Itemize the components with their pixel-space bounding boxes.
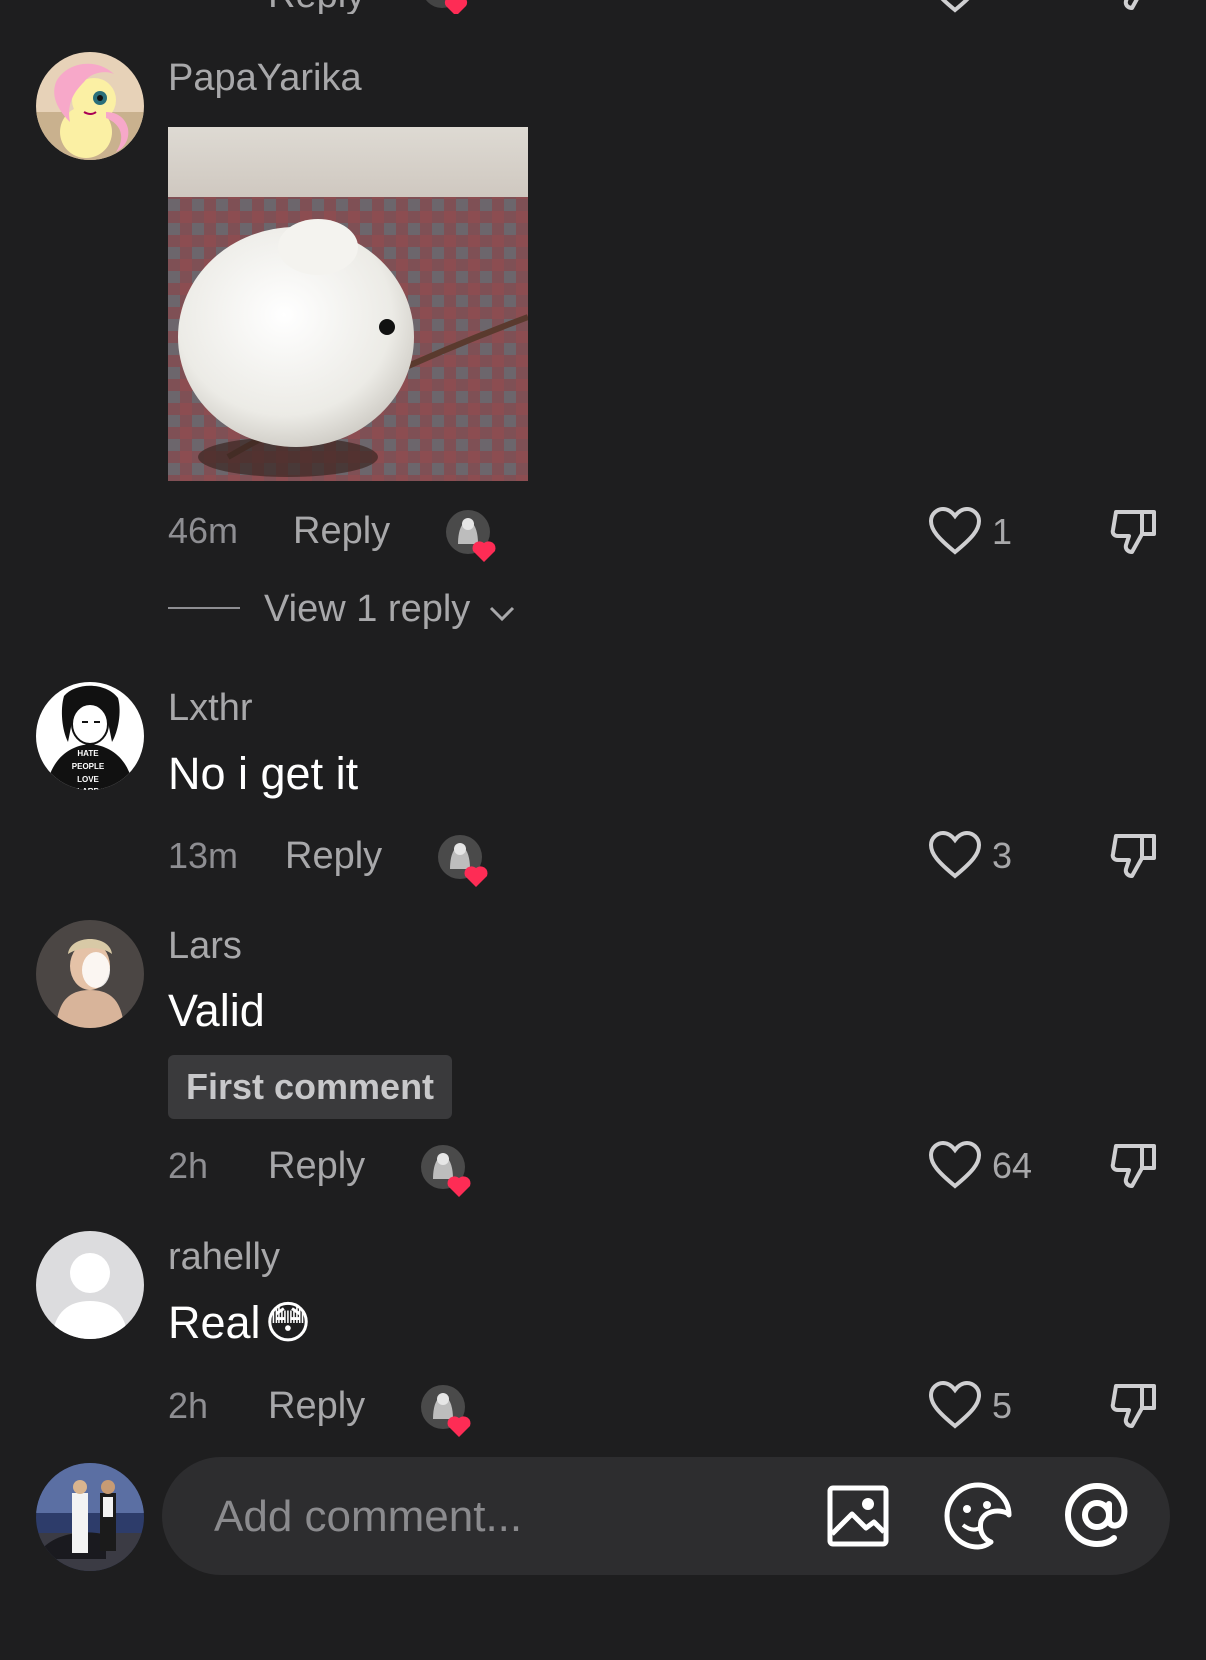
comment-timestamp: 2h [168,1145,209,1186]
comment-username[interactable]: Lxthr [168,689,252,727]
view-replies-label: View 1 reply [264,588,471,630]
reply-button[interactable]: Reply [268,1387,365,1425]
reply-button[interactable]: Reply [285,837,382,875]
comment-input-placeholder: Add comment... [214,1492,523,1541]
avatar-shirt-text: HATE PEOPLE LOVE LARP [66,748,110,790]
like-count: 64 [992,1145,1033,1186]
current-user-avatar [36,1463,144,1571]
avatar[interactable]: HATE PEOPLE LOVE LARP [36,682,144,790]
comment-username[interactable]: Lars [168,927,242,965]
view-replies-button[interactable]: View 1 reply [264,590,517,630]
like-icon[interactable] [928,1380,982,1435]
comment-text: Valid [168,985,265,1036]
creator-like-icon [444,508,496,562]
dislike-icon[interactable] [1108,828,1162,887]
like-count: 3 [992,835,1013,876]
like-icon[interactable] [928,1140,982,1195]
reply-button[interactable]: Reply [293,512,390,550]
like-icon[interactable] [928,506,982,561]
avatar[interactable] [36,52,144,160]
like-count: 5 [992,1385,1013,1426]
reply-button[interactable]: Reply [268,0,365,14]
sticker-icon[interactable] [943,1481,1013,1551]
creator-like-icon [436,833,488,887]
dislike-icon[interactable] [1108,1378,1162,1437]
previous-comment-partial: Reply [0,0,1206,14]
comment-username[interactable]: rahelly [168,1238,280,1276]
avatar[interactable] [36,920,144,1028]
like-count: 1 [992,511,1013,552]
comment-text-body: Real [168,1297,261,1348]
comment-timestamp: 46m [168,510,239,551]
image-icon[interactable] [826,1484,890,1548]
first-comment-badge: First comment [168,1055,453,1119]
creator-like-icon [419,1143,471,1197]
dislike-icon[interactable] [1108,504,1162,563]
at-mention-icon[interactable] [1064,1482,1130,1548]
flushed-emoji: 😳 [264,1297,312,1348]
avatar-text-line: LOVE LARP [77,774,99,790]
like-icon[interactable] [928,830,982,885]
comment-text: Real😳 [168,1300,311,1345]
comment-text: No i get it [168,748,359,799]
comment-image[interactable] [168,127,528,481]
like-icon[interactable] [928,0,982,14]
chevron-down-icon [487,592,517,630]
comment-timestamp: 2h [168,1385,209,1426]
avatar-text-line: HATE PEOPLE [71,749,105,771]
comment-timestamp: 13m [168,835,239,876]
dislike-icon[interactable] [1108,0,1162,14]
replies-divider [168,607,240,609]
creator-like-icon [419,1383,471,1437]
comment-username[interactable]: PapaYarika [168,59,362,97]
creator-like-icon [420,0,470,14]
dislike-icon[interactable] [1108,1138,1162,1197]
avatar[interactable] [36,1231,144,1339]
reply-button[interactable]: Reply [268,1147,365,1185]
